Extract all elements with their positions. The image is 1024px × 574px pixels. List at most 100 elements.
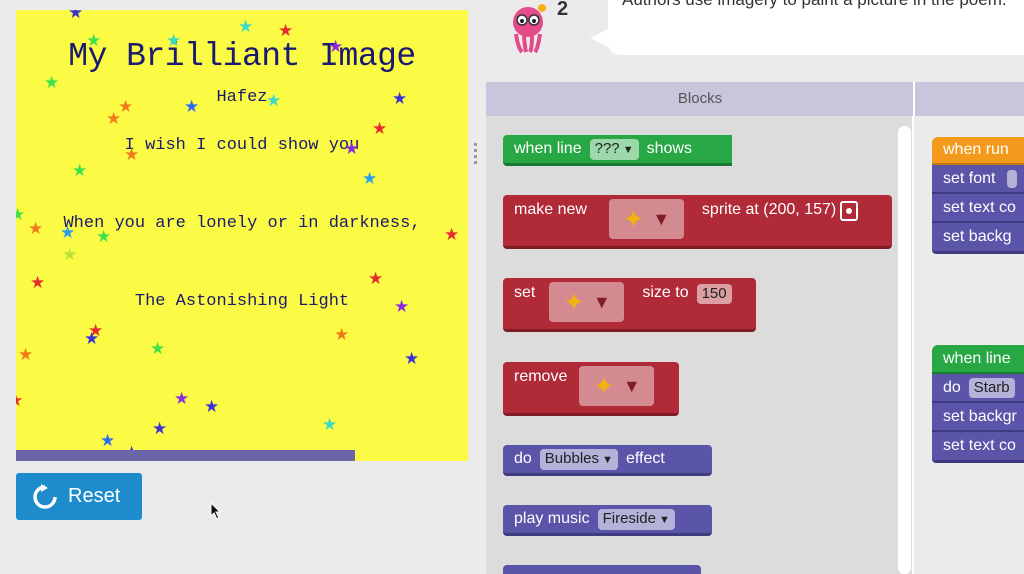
effect-dropdown[interactable]: Starb	[968, 377, 1015, 398]
star-icon: ★	[238, 17, 254, 36]
star-icon: ★	[106, 109, 122, 128]
mouse-pointer-icon	[210, 502, 222, 520]
star-icon: ★	[328, 37, 344, 56]
progress-bar	[16, 450, 355, 461]
block-label: set text co	[943, 437, 1016, 454]
octopus-avatar-icon	[513, 4, 546, 54]
reset-button[interactable]: Reset	[16, 473, 142, 520]
star-icon: ★	[344, 139, 360, 158]
star-icon: ★	[392, 89, 408, 108]
star-icon: ★	[184, 97, 200, 116]
star-icon: ★	[150, 339, 166, 358]
star-icon: ★	[124, 145, 140, 164]
workspace-header	[915, 82, 1024, 116]
block-label: when line	[943, 349, 1011, 367]
poem-title: My Brilliant Image	[68, 38, 416, 75]
sparkle-icon: ✦	[622, 203, 645, 234]
star-icon: ★	[30, 273, 46, 292]
block-label: do	[943, 378, 961, 396]
star-icon: ★	[368, 269, 384, 288]
do-effect-block[interactable]: do Bubbles effect	[503, 445, 712, 476]
poem-line-2: When you are lonely or in darkness,	[63, 214, 421, 233]
do-starburst-block[interactable]: do Starb	[932, 374, 1024, 404]
star-icon: ★	[404, 349, 420, 368]
line-dropdown[interactable]: ???	[589, 138, 639, 160]
block-label: do	[514, 450, 532, 467]
block-label: make new	[514, 201, 587, 218]
reset-label: Reset	[68, 485, 121, 507]
star-icon: ★	[152, 419, 168, 438]
set-background-block[interactable]: set backg	[932, 223, 1024, 254]
block-label: set font	[943, 169, 996, 187]
star-icon: ★	[16, 392, 23, 409]
block-label: sprite at (200, 157)	[701, 201, 837, 218]
sprite-dropdown[interactable]: ✦ ▼	[549, 282, 625, 322]
refresh-icon	[33, 483, 57, 509]
star-icon: ★	[278, 21, 294, 40]
star-icon: ★	[16, 205, 26, 224]
star-icon: ★	[444, 225, 460, 244]
speech-bubble-tail	[590, 28, 610, 48]
star-icon: ★	[96, 227, 112, 246]
star-icon: ★	[334, 325, 350, 344]
remove-sprite-block[interactable]: remove ✦ ▼	[503, 362, 679, 416]
instructions-bubble: Authors use imagery to paint a picture i…	[608, 0, 1024, 55]
block-label: remove	[514, 368, 568, 385]
star-icon: ★	[28, 219, 44, 238]
chevron-down-icon: ▼	[592, 291, 611, 312]
set-text-color-block[interactable]: set text co	[932, 432, 1024, 463]
size-input[interactable]: 150	[696, 284, 732, 304]
star-icon: ★	[60, 223, 76, 242]
block-label: set	[514, 284, 536, 301]
block-label: effect	[625, 450, 665, 467]
sprite-dropdown[interactable]: ✦ ▼	[608, 199, 684, 239]
star-icon: ★	[86, 31, 102, 50]
block-label: shows	[646, 140, 692, 157]
set-font-block[interactable]: set font	[932, 165, 1024, 195]
play-music-block[interactable]: play music Fireside	[503, 505, 712, 536]
star-icon: ★	[18, 345, 34, 364]
block-label: set backg	[943, 228, 1012, 245]
when-line-block[interactable]: when line	[932, 345, 1024, 375]
effect-dropdown[interactable]: Bubbles	[539, 448, 618, 470]
location-icon[interactable]	[840, 201, 859, 221]
set-text-color-block[interactable]: set text co	[932, 194, 1024, 224]
star-icon: ★	[322, 415, 338, 434]
star-icon: ★	[266, 91, 282, 110]
partial-block[interactable]	[503, 565, 701, 574]
sprite-dropdown[interactable]: ✦ ▼	[579, 366, 655, 406]
when-run-block[interactable]: when run	[932, 137, 1024, 166]
block-label: set text co	[943, 198, 1016, 216]
font-dropdown[interactable]	[1007, 169, 1018, 188]
star-icon: ★	[100, 431, 116, 450]
star-icon: ★	[204, 397, 220, 416]
resize-handle[interactable]	[474, 143, 478, 167]
set-background-block[interactable]: set backgr	[932, 403, 1024, 433]
chevron-down-icon: ▼	[622, 375, 641, 396]
star-icon: ★	[372, 119, 388, 138]
star-icon: ★	[62, 245, 78, 264]
sparkle-icon: ✦	[593, 370, 615, 401]
star-icon: ★	[394, 297, 410, 316]
block-label: when line	[514, 140, 582, 157]
make-new-sprite-block[interactable]: make new ✦ ▼ sprite at (200, 157)	[503, 195, 892, 249]
when-line-shows-block[interactable]: when line ??? shows	[503, 135, 732, 166]
level-number: 2	[557, 0, 569, 20]
star-icon: ★	[362, 169, 378, 188]
block-label: set backgr	[943, 407, 1017, 425]
poem-stage: My Brilliant Image Hafez I wish I could …	[16, 10, 468, 461]
block-label: play music	[514, 510, 590, 527]
instructions-text: Authors use imagery to paint a picture i…	[622, 0, 1007, 9]
toolbox-header: Blocks	[486, 82, 914, 116]
toolbox-scrollbar[interactable]	[898, 126, 911, 574]
star-icon: ★	[44, 73, 60, 92]
star-icon: ★	[174, 389, 190, 408]
star-icon: ★	[84, 329, 100, 348]
star-icon: ★	[166, 31, 182, 50]
set-size-block[interactable]: set ✦ ▼ size to 150	[503, 278, 756, 332]
block-label: when run	[943, 141, 1009, 158]
music-dropdown[interactable]: Fireside	[597, 508, 675, 530]
poem-line-1: I wish I could show you	[124, 136, 360, 155]
sparkle-icon: ✦	[563, 286, 585, 317]
star-icon: ★	[68, 10, 84, 22]
